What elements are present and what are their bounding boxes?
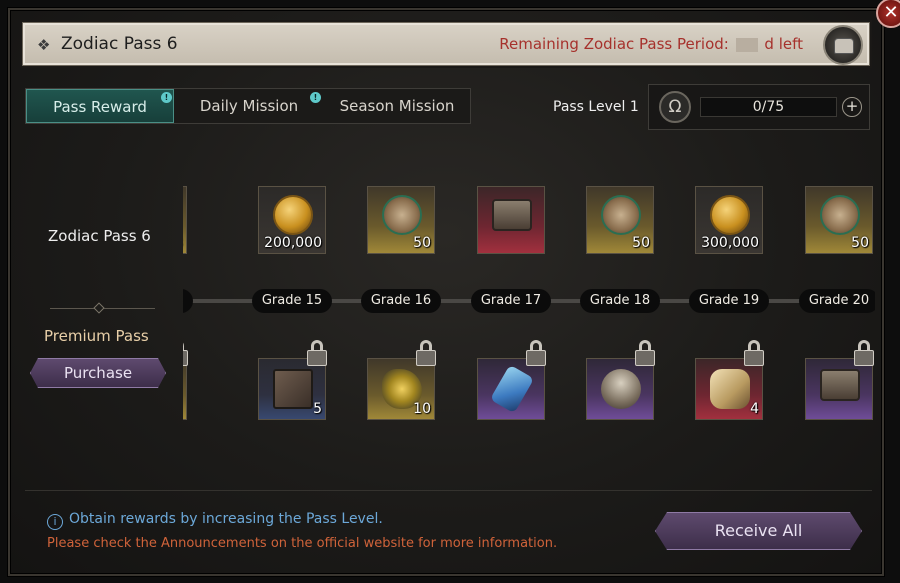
box-icon — [273, 369, 313, 409]
tab-bar: Pass Reward ! Daily Mission ! Season Mis… — [25, 88, 471, 124]
grade-label: Grade 19 — [689, 289, 769, 313]
free-reward-slot[interactable]: 50 — [805, 186, 873, 254]
grade-column: 50 Grade 18 — [580, 178, 660, 448]
announcement-notice: Please check the Announcements on the of… — [47, 536, 558, 551]
title-bar: ❖ Zodiac Pass 6 Remaining Zodiac Pass Pe… — [22, 22, 870, 66]
grade-column: 300,000 Grade 19 4 — [689, 178, 769, 448]
grade-label: Grade 18 — [580, 289, 660, 313]
reward-quantity: 50 — [413, 235, 431, 251]
close-icon[interactable]: ✕ — [876, 0, 900, 28]
pass-progress-bar: 0/75 — [700, 97, 837, 117]
reward-track[interactable]: 3 Grade 14 200,000 Grade 15 5 50 Grade 16 10 Gra… — [183, 178, 875, 448]
reward-quantity: 300,000 — [701, 235, 759, 251]
reward-quantity: 50 — [851, 235, 869, 251]
lock-icon — [853, 340, 875, 368]
reward-quantity: 5 — [313, 401, 322, 417]
grade-label: Grade 14 — [183, 289, 193, 313]
free-reward-slot[interactable] — [477, 186, 545, 254]
grade-column: 200,000 Grade 15 5 — [252, 178, 332, 448]
chest-icon — [492, 199, 532, 231]
crystal-icon — [489, 364, 535, 414]
chest-icon — [820, 369, 860, 401]
info-icon: i — [47, 514, 63, 530]
reward-quantity: 4 — [750, 401, 759, 417]
purchase-button[interactable]: Purchase — [30, 358, 166, 388]
free-reward-slot[interactable]: 50 — [586, 186, 654, 254]
pass-level-label: Pass Level 1 — [553, 99, 639, 115]
reward-quantity: 10 — [413, 401, 431, 417]
tab-season-mission[interactable]: Season Mission — [324, 89, 470, 123]
gold-coin-icon — [273, 195, 313, 235]
free-reward-slot[interactable]: 200,000 — [258, 186, 326, 254]
scroll-icon — [710, 369, 750, 409]
grade-column: Grade 17 — [471, 178, 551, 448]
receive-all-button[interactable]: Receive All — [655, 512, 862, 550]
lock-icon — [415, 340, 437, 368]
grade-column: 50 Grade 16 10 — [361, 178, 441, 448]
grade-column: 50 Grade 20 — [799, 178, 875, 448]
notice-dot-icon: ! — [161, 92, 172, 103]
reward-chest-button[interactable] — [823, 25, 863, 65]
remaining-period: Remaining Zodiac Pass Period: d left — [499, 35, 803, 53]
info-text: Obtain rewards by increasing the Pass Le… — [69, 511, 383, 527]
grade-column: 3 Grade 14 — [183, 178, 193, 448]
knot-icon — [601, 195, 641, 235]
notice-dot-icon: ! — [310, 92, 321, 103]
free-reward-slot[interactable]: 300,000 — [695, 186, 763, 254]
lock-icon — [306, 340, 328, 368]
window-title: Zodiac Pass 6 — [61, 34, 178, 54]
remaining-period-suffix: d left — [764, 35, 803, 53]
knot-icon — [820, 195, 860, 235]
jar-icon — [601, 369, 641, 409]
grade-label: Grade 17 — [471, 289, 551, 313]
tab-daily-mission[interactable]: Daily Mission — [174, 89, 324, 123]
horseshoe-icon: Ω — [659, 91, 691, 123]
remaining-period-label: Remaining Zodiac Pass Period: — [499, 35, 729, 53]
tab-pass-reward[interactable]: Pass Reward — [26, 89, 174, 123]
lock-icon — [183, 340, 189, 368]
footer-divider — [25, 490, 872, 491]
free-reward-slot[interactable]: 50 — [367, 186, 435, 254]
grade-label: Grade 16 — [361, 289, 441, 313]
info-message: i Obtain rewards by increasing the Pass L… — [47, 511, 383, 530]
reward-quantity: 200,000 — [264, 235, 322, 251]
pass-level-panel: Ω 0/75 + — [648, 84, 870, 130]
lock-icon — [743, 340, 765, 368]
gold-coin-icon — [710, 195, 750, 235]
knot-icon — [382, 195, 422, 235]
add-level-button[interactable]: + — [842, 97, 862, 117]
reward-quantity: 50 — [632, 235, 650, 251]
free-track-label: Zodiac Pass 6 — [48, 227, 151, 245]
grade-label: Grade 20 — [799, 289, 875, 313]
grade-label: Grade 15 — [252, 289, 332, 313]
lock-icon — [525, 340, 547, 368]
remaining-days-value — [735, 37, 758, 52]
lock-icon — [634, 340, 656, 368]
premium-pass-label: Premium Pass — [44, 327, 149, 345]
free-reward-slot[interactable]: 3 — [183, 186, 187, 254]
zodiac-emblem-icon: ❖ — [37, 36, 51, 54]
